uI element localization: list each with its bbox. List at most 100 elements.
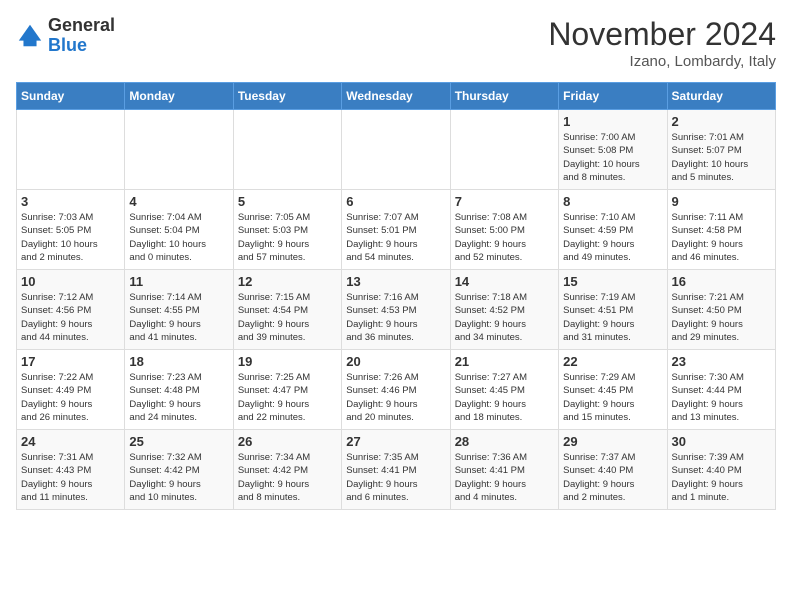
- day-number: 18: [129, 354, 228, 369]
- calendar-cell: 1 Sunrise: 7:00 AMSunset: 5:08 PMDaylight…: [559, 110, 667, 190]
- day-info: Sunrise: 7:01 AMSunset: 5:07 PMDaylight:…: [672, 131, 771, 184]
- day-info: Sunrise: 7:08 AMSunset: 5:00 PMDaylight:…: [455, 211, 554, 264]
- calendar-cell: [125, 110, 233, 190]
- calendar-cell: 12 Sunrise: 7:15 AMSunset: 4:54 PMDayligh…: [233, 270, 341, 350]
- day-info: Sunrise: 7:34 AMSunset: 4:42 PMDaylight:…: [238, 451, 337, 504]
- day-info: Sunrise: 7:32 AMSunset: 4:42 PMDaylight:…: [129, 451, 228, 504]
- calendar-cell: 2 Sunrise: 7:01 AMSunset: 5:07 PMDaylight…: [667, 110, 775, 190]
- col-saturday: Saturday: [667, 83, 775, 110]
- calendar-cell: 28 Sunrise: 7:36 AMSunset: 4:41 PMDayligh…: [450, 430, 558, 510]
- day-number: 5: [238, 194, 337, 209]
- calendar-cell: 4Sunrise: 7:04 AMSunset: 5:04 PMDaylight…: [125, 190, 233, 270]
- day-info: Sunrise: 7:00 AMSunset: 5:08 PMDaylight:…: [563, 131, 662, 184]
- day-info: Sunrise: 7:15 AMSunset: 4:54 PMDaylight:…: [238, 291, 337, 344]
- day-number: 14: [455, 274, 554, 289]
- day-info: Sunrise: 7:11 AMSunset: 4:58 PMDaylight:…: [672, 211, 771, 264]
- day-info: Sunrise: 7:37 AMSunset: 4:40 PMDaylight:…: [563, 451, 662, 504]
- calendar-cell: 6Sunrise: 7:07 AMSunset: 5:01 PMDaylight…: [342, 190, 450, 270]
- calendar-cell: 17Sunrise: 7:22 AMSunset: 4:49 PMDayligh…: [17, 350, 125, 430]
- month-title: November 2024: [548, 16, 776, 53]
- col-wednesday: Wednesday: [342, 83, 450, 110]
- day-number: 16: [672, 274, 771, 289]
- day-info: Sunrise: 7:35 AMSunset: 4:41 PMDaylight:…: [346, 451, 445, 504]
- day-number: 15: [563, 274, 662, 289]
- calendar-cell: 30 Sunrise: 7:39 AMSunset: 4:40 PMDayligh…: [667, 430, 775, 510]
- day-info: Sunrise: 7:16 AMSunset: 4:53 PMDaylight:…: [346, 291, 445, 344]
- day-info: Sunrise: 7:27 AMSunset: 4:45 PMDaylight:…: [455, 371, 554, 424]
- day-info: Sunrise: 7:22 AMSunset: 4:49 PMDaylight:…: [21, 371, 120, 424]
- day-info: Sunrise: 7:18 AMSunset: 4:52 PMDaylight:…: [455, 291, 554, 344]
- day-info: Sunrise: 7:39 AMSunset: 4:40 PMDaylight:…: [672, 451, 771, 504]
- calendar-table: Sunday Monday Tuesday Wednesday Thursday…: [16, 82, 776, 510]
- calendar-cell: 20 Sunrise: 7:26 AMSunset: 4:46 PMDayligh…: [342, 350, 450, 430]
- calendar-cell: 5 Sunrise: 7:05 AMSunset: 5:03 PMDaylight…: [233, 190, 341, 270]
- calendar-cell: [233, 110, 341, 190]
- col-sunday: Sunday: [17, 83, 125, 110]
- calendar-cell: 15Sunrise: 7:19 AMSunset: 4:51 PMDayligh…: [559, 270, 667, 350]
- day-info: Sunrise: 7:21 AMSunset: 4:50 PMDaylight:…: [672, 291, 771, 344]
- col-tuesday: Tuesday: [233, 83, 341, 110]
- calendar-body: 1 Sunrise: 7:00 AMSunset: 5:08 PMDaylight…: [17, 110, 776, 510]
- header-row: Sunday Monday Tuesday Wednesday Thursday…: [17, 83, 776, 110]
- calendar-cell: 21 Sunrise: 7:27 AMSunset: 4:45 PMDayligh…: [450, 350, 558, 430]
- logo-icon: [16, 22, 44, 50]
- day-number: 7: [455, 194, 554, 209]
- day-info: Sunrise: 7:31 AMSunset: 4:43 PMDaylight:…: [21, 451, 120, 504]
- day-number: 12: [238, 274, 337, 289]
- day-info: Sunrise: 7:36 AMSunset: 4:41 PMDaylight:…: [455, 451, 554, 504]
- calendar-cell: 19Sunrise: 7:25 AMSunset: 4:47 PMDayligh…: [233, 350, 341, 430]
- logo: General Blue: [16, 16, 115, 56]
- calendar-week-row: 10 Sunrise: 7:12 AMSunset: 4:56 PMDayligh…: [17, 270, 776, 350]
- day-number: 28: [455, 434, 554, 449]
- day-number: 3: [21, 194, 120, 209]
- calendar-cell: [17, 110, 125, 190]
- col-thursday: Thursday: [450, 83, 558, 110]
- logo-general-text: General: [48, 15, 115, 35]
- calendar-cell: 16 Sunrise: 7:21 AMSunset: 4:50 PMDayligh…: [667, 270, 775, 350]
- calendar-header: Sunday Monday Tuesday Wednesday Thursday…: [17, 83, 776, 110]
- day-info: Sunrise: 7:07 AMSunset: 5:01 PMDaylight:…: [346, 211, 445, 264]
- calendar-cell: 14 Sunrise: 7:18 AMSunset: 4:52 PMDayligh…: [450, 270, 558, 350]
- day-number: 2: [672, 114, 771, 129]
- calendar-cell: 29 Sunrise: 7:37 AMSunset: 4:40 PMDayligh…: [559, 430, 667, 510]
- day-number: 29: [563, 434, 662, 449]
- day-info: Sunrise: 7:05 AMSunset: 5:03 PMDaylight:…: [238, 211, 337, 264]
- col-friday: Friday: [559, 83, 667, 110]
- day-number: 1: [563, 114, 662, 129]
- day-info: Sunrise: 7:12 AMSunset: 4:56 PMDaylight:…: [21, 291, 120, 344]
- calendar-cell: 18 Sunrise: 7:23 AMSunset: 4:48 PMDayligh…: [125, 350, 233, 430]
- day-number: 27: [346, 434, 445, 449]
- day-number: 4: [129, 194, 228, 209]
- day-number: 19: [238, 354, 337, 369]
- day-number: 23: [672, 354, 771, 369]
- calendar-cell: 13Sunrise: 7:16 AMSunset: 4:53 PMDayligh…: [342, 270, 450, 350]
- day-number: 11: [129, 274, 228, 289]
- day-number: 25: [129, 434, 228, 449]
- calendar-cell: 7 Sunrise: 7:08 AMSunset: 5:00 PMDaylight…: [450, 190, 558, 270]
- day-number: 20: [346, 354, 445, 369]
- day-info: Sunrise: 7:14 AMSunset: 4:55 PMDaylight:…: [129, 291, 228, 344]
- calendar-cell: 22Sunrise: 7:29 AMSunset: 4:45 PMDayligh…: [559, 350, 667, 430]
- calendar-week-row: 24 Sunrise: 7:31 AMSunset: 4:43 PMDayligh…: [17, 430, 776, 510]
- day-number: 26: [238, 434, 337, 449]
- day-number: 22: [563, 354, 662, 369]
- calendar-cell: [450, 110, 558, 190]
- calendar-cell: 25 Sunrise: 7:32 AMSunset: 4:42 PMDayligh…: [125, 430, 233, 510]
- title-block: November 2024 Izano, Lombardy, Italy: [548, 16, 776, 70]
- calendar-cell: 11 Sunrise: 7:14 AMSunset: 4:55 PMDayligh…: [125, 270, 233, 350]
- day-info: Sunrise: 7:30 AMSunset: 4:44 PMDaylight:…: [672, 371, 771, 424]
- calendar-week-row: 3Sunrise: 7:03 AMSunset: 5:05 PMDaylight…: [17, 190, 776, 270]
- calendar-cell: 8 Sunrise: 7:10 AMSunset: 4:59 PMDaylight…: [559, 190, 667, 270]
- day-number: 10: [21, 274, 120, 289]
- day-info: Sunrise: 7:10 AMSunset: 4:59 PMDaylight:…: [563, 211, 662, 264]
- col-monday: Monday: [125, 83, 233, 110]
- calendar-cell: 26 Sunrise: 7:34 AMSunset: 4:42 PMDayligh…: [233, 430, 341, 510]
- day-number: 8: [563, 194, 662, 209]
- day-number: 21: [455, 354, 554, 369]
- day-info: Sunrise: 7:26 AMSunset: 4:46 PMDaylight:…: [346, 371, 445, 424]
- day-number: 30: [672, 434, 771, 449]
- calendar-cell: 9Sunrise: 7:11 AMSunset: 4:58 PMDaylight…: [667, 190, 775, 270]
- day-number: 24: [21, 434, 120, 449]
- day-info: Sunrise: 7:23 AMSunset: 4:48 PMDaylight:…: [129, 371, 228, 424]
- calendar-week-row: 17Sunrise: 7:22 AMSunset: 4:49 PMDayligh…: [17, 350, 776, 430]
